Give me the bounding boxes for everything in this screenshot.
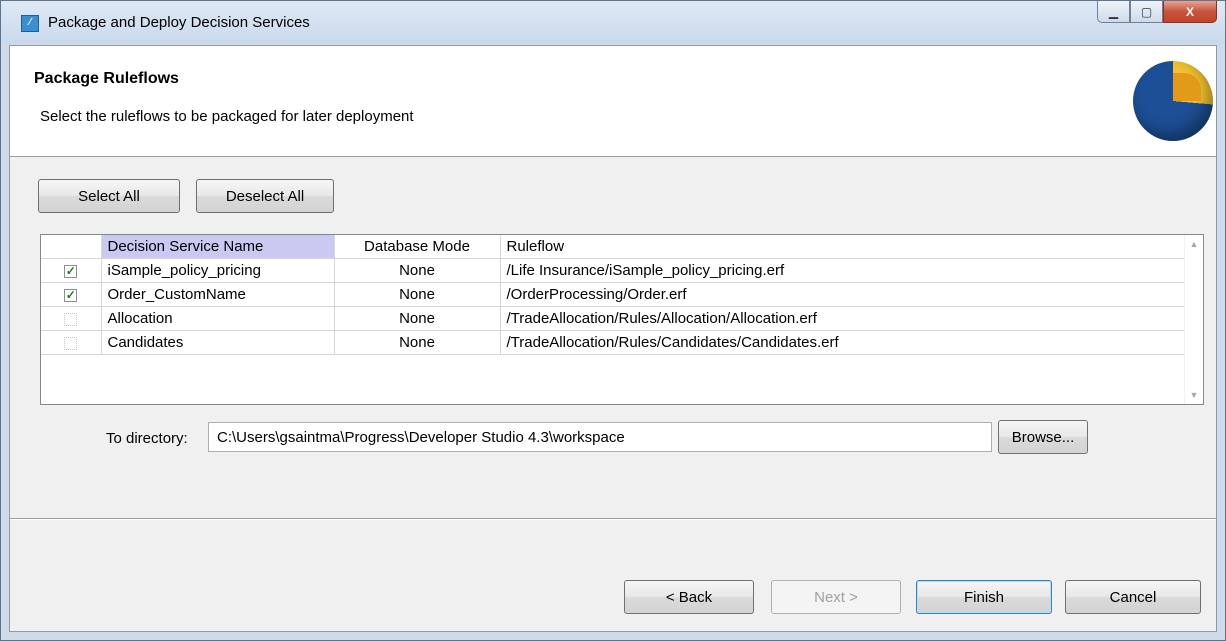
- row-checkbox-cell[interactable]: ✓: [41, 258, 102, 283]
- decision-service-name-cell: Candidates: [101, 330, 335, 355]
- window-controls: ▁ ▢ X: [1097, 1, 1217, 25]
- table-header-row: Decision Service Name Database Mode Rule…: [41, 235, 1186, 259]
- deselect-all-button[interactable]: Deselect All: [196, 179, 334, 213]
- title-bar[interactable]: ⁄ Package and Deploy Decision Services ▁…: [1, 1, 1225, 44]
- page-title: Package Ruleflows: [34, 70, 179, 87]
- next-button[interactable]: Next >: [771, 580, 901, 614]
- app-icon: ⁄: [21, 15, 39, 32]
- ruleflow-cell: /Life Insurance/iSample_policy_pricing.e…: [500, 258, 1186, 283]
- column-header-decision-service-name[interactable]: Decision Service Name: [101, 235, 335, 259]
- decision-service-name-cell: Allocation: [101, 306, 335, 331]
- column-header-ruleflow[interactable]: Ruleflow: [500, 235, 1186, 259]
- minimize-icon: ▁: [1108, 4, 1119, 19]
- page-subtitle: Select the ruleflows to be packaged for …: [40, 108, 414, 125]
- scroll-up-arrow-icon[interactable]: ▲: [1185, 239, 1203, 249]
- database-mode-cell: None: [334, 306, 501, 331]
- row-checkbox-cell[interactable]: [41, 330, 102, 355]
- table-row[interactable]: Allocation None/TradeAllocation/Rules/All…: [41, 306, 1186, 331]
- table-row[interactable]: Candidates None/TradeAllocation/Rules/Can…: [41, 330, 1186, 355]
- database-mode-cell: None: [334, 258, 501, 283]
- decision-service-name-cell: iSample_policy_pricing: [101, 258, 335, 283]
- table-row[interactable]: ✓ iSample_policy_pricing None/Life Insuran…: [41, 258, 1186, 283]
- decision-service-name-cell: Order_CustomName: [101, 282, 335, 307]
- ruleflow-cell: /TradeAllocation/Rules/Candidates/Candid…: [500, 330, 1186, 355]
- window-title: Package and Deploy Decision Services: [48, 14, 310, 31]
- to-directory-label: To directory:: [106, 430, 188, 447]
- column-header-check[interactable]: [41, 235, 102, 259]
- row-checkbox[interactable]: [64, 312, 78, 326]
- row-checkbox[interactable]: ✓: [64, 264, 78, 278]
- minimize-button[interactable]: ▁: [1097, 1, 1130, 23]
- footer-separator: [10, 518, 1216, 520]
- row-checkbox[interactable]: ✓: [64, 288, 78, 302]
- database-mode-cell: None: [334, 282, 501, 307]
- dialog-client-area: Package Ruleflows Select the ruleflows t…: [9, 45, 1217, 632]
- scroll-down-arrow-icon[interactable]: ▼: [1185, 390, 1203, 400]
- select-all-button[interactable]: Select All: [38, 179, 180, 213]
- row-checkbox-cell[interactable]: [41, 306, 102, 331]
- maximize-button[interactable]: ▢: [1130, 1, 1163, 23]
- close-icon: X: [1185, 4, 1194, 19]
- close-button[interactable]: X: [1163, 1, 1217, 23]
- column-header-database-mode[interactable]: Database Mode: [334, 235, 501, 259]
- database-mode-cell: None: [334, 330, 501, 355]
- row-checkbox-cell[interactable]: ✓: [41, 282, 102, 307]
- row-checkbox[interactable]: [64, 336, 78, 350]
- cancel-button[interactable]: Cancel: [1065, 580, 1201, 614]
- pie-logo-icon: [1133, 61, 1213, 141]
- dialog-window: ⁄ Package and Deploy Decision Services ▁…: [0, 0, 1226, 641]
- finish-button[interactable]: Finish: [916, 580, 1052, 614]
- table-row[interactable]: ✓ Order_CustomName None/OrderProcessing/Or…: [41, 282, 1186, 307]
- table-vertical-scrollbar[interactable]: ▲ ▼: [1184, 235, 1203, 404]
- ruleflow-cell: /TradeAllocation/Rules/Allocation/Alloca…: [500, 306, 1186, 331]
- back-button[interactable]: < Back: [624, 580, 754, 614]
- ruleflow-cell: /OrderProcessing/Order.erf: [500, 282, 1186, 307]
- directory-input[interactable]: [208, 422, 992, 452]
- maximize-icon: ▢: [1140, 4, 1153, 19]
- wizard-header: Package Ruleflows Select the ruleflows t…: [10, 46, 1216, 157]
- browse-button[interactable]: Browse...: [998, 420, 1088, 454]
- ruleflow-table: Decision Service Name Database Mode Rule…: [40, 234, 1204, 405]
